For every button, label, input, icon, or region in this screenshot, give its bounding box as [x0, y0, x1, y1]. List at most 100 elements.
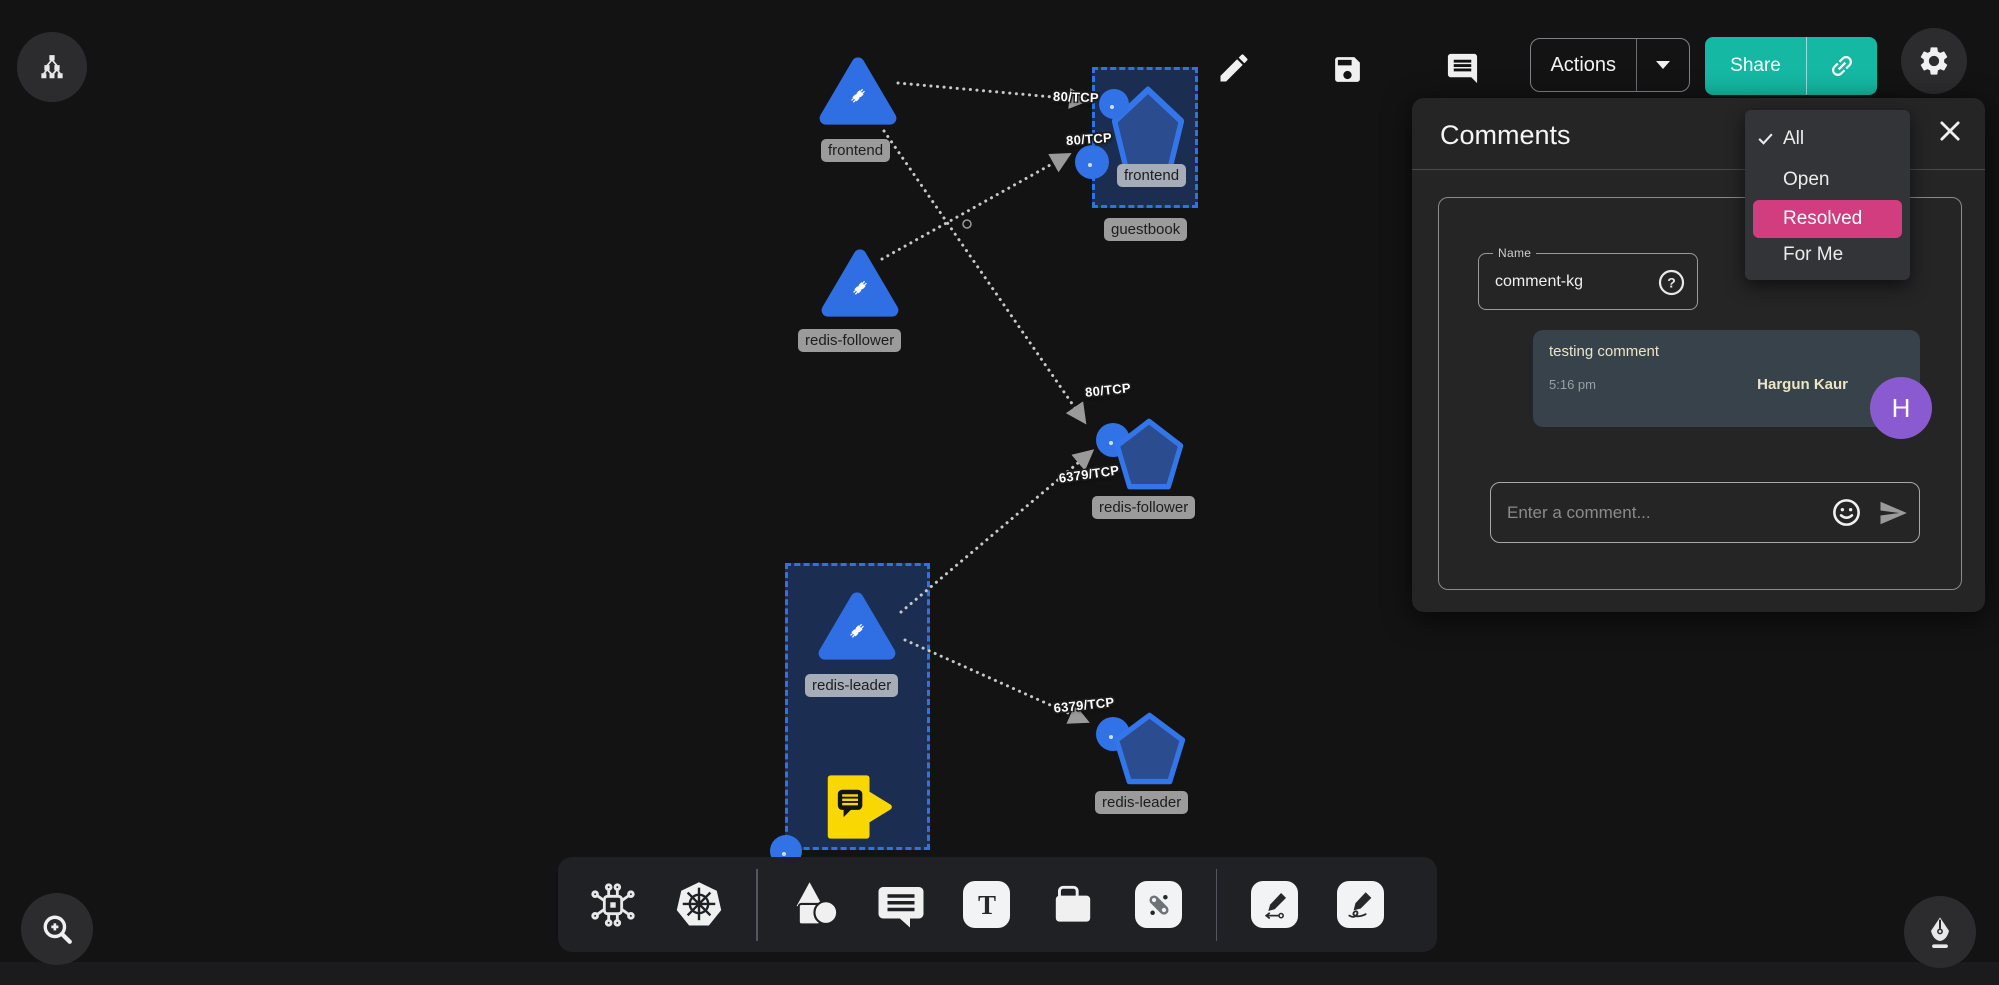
emoji-button[interactable]	[1825, 497, 1867, 528]
tool-square	[1337, 881, 1384, 928]
shape-toolbar: T	[558, 857, 1437, 952]
name-field-label: Name	[1493, 246, 1536, 260]
comment-input[interactable]	[1491, 503, 1825, 523]
filter-option-label: All	[1783, 128, 1804, 150]
edge-port-label: 80/TCP	[1066, 130, 1113, 148]
filter-option-label: For Me	[1783, 244, 1843, 266]
pod-pentagon-shape	[1112, 710, 1187, 787]
tool-scribble[interactable]	[1331, 857, 1389, 952]
settings-button[interactable]	[1901, 28, 1967, 94]
node-pod-redis-leader[interactable]	[1112, 710, 1187, 787]
tool-pen[interactable]	[1245, 857, 1303, 952]
comment-tool-icon	[874, 878, 928, 932]
gear-icon	[1917, 44, 1951, 78]
name-help-button[interactable]: ?	[1658, 269, 1685, 296]
help-icon: ?	[1658, 269, 1685, 296]
note-marker-shape	[822, 768, 894, 846]
tool-text[interactable]: T	[958, 857, 1016, 952]
hierarchy-icon	[37, 52, 67, 82]
tool-note[interactable]	[1044, 857, 1102, 952]
node-label: redis-follower	[798, 329, 901, 352]
node-pod-redis-follower[interactable]	[1113, 416, 1185, 492]
architecture-icon	[587, 879, 639, 931]
node-label: redis-follower	[1092, 496, 1195, 519]
edge-crossing-ring	[963, 220, 971, 228]
edge-follower-svc-to-guestbook	[882, 155, 1068, 259]
tool-shapes[interactable]	[786, 857, 844, 952]
close-icon	[1936, 117, 1964, 145]
avatar-initial: H	[1892, 393, 1911, 424]
share-button[interactable]: Share	[1705, 37, 1877, 95]
pod-pentagon-shape	[1113, 416, 1185, 492]
port-guestbook-2[interactable]	[1075, 145, 1109, 179]
tool-comment[interactable]	[872, 857, 930, 952]
name-field-value[interactable]: comment-kg	[1495, 273, 1583, 291]
save-icon	[1331, 53, 1364, 86]
filter-option-label: Resolved	[1783, 208, 1862, 230]
node-service-frontend[interactable]	[818, 53, 898, 129]
close-comments-button[interactable]	[1936, 117, 1968, 149]
smiley-icon	[1831, 497, 1862, 528]
node-label: redis-leader	[805, 674, 898, 697]
avatar[interactable]: H	[1870, 377, 1932, 439]
comment-text: testing comment	[1549, 343, 1904, 360]
node-label: frontend	[1117, 164, 1186, 187]
actions-label[interactable]: Actions	[1531, 39, 1636, 91]
toolbar-divider	[1216, 869, 1218, 941]
svg-text:?: ?	[1667, 275, 1676, 291]
send-button[interactable]	[1867, 498, 1919, 528]
zoom-in-button[interactable]	[21, 893, 93, 965]
check-icon	[1756, 129, 1775, 148]
tool-kubernetes[interactable]	[670, 857, 728, 952]
port-guestbook-1[interactable]	[1099, 89, 1129, 119]
app-root: { "colors": { "background": "#131313", "…	[0, 0, 1999, 985]
node-service-redis-follower[interactable]	[820, 245, 900, 321]
edit-button[interactable]	[1216, 50, 1252, 86]
edge-frontend-to-follower-pod	[884, 131, 1084, 421]
pen-mode-button[interactable]	[1904, 896, 1976, 968]
bottom-strip	[0, 962, 1999, 985]
actions-button[interactable]: Actions	[1530, 38, 1690, 92]
filter-option-label: Open	[1783, 169, 1829, 191]
send-icon	[1878, 498, 1908, 528]
service-triangle-shape	[818, 53, 898, 129]
svg-text:T: T	[977, 890, 995, 920]
scribble-icon	[1343, 888, 1377, 922]
filter-option-open[interactable]: Open	[1745, 159, 1910, 200]
tool-square	[1251, 881, 1298, 928]
node-label: frontend	[821, 139, 890, 162]
filter-option-resolved[interactable]: Resolved	[1753, 200, 1902, 238]
connector-icon	[1142, 888, 1176, 922]
chevron-down-icon	[1655, 60, 1671, 70]
comment-icon	[1444, 51, 1481, 86]
note-icon	[1048, 880, 1098, 930]
tool-connector[interactable]	[1130, 857, 1188, 952]
note-marker[interactable]	[822, 768, 894, 846]
comments-panel-title: Comments	[1440, 120, 1571, 151]
hierarchy-button[interactable]	[17, 32, 87, 102]
filter-option-all[interactable]: All	[1745, 118, 1910, 159]
pen-icon	[1257, 888, 1291, 922]
pen-nib-icon	[1922, 914, 1958, 950]
tool-architecture[interactable]	[584, 857, 642, 952]
share-label[interactable]: Share	[1705, 37, 1806, 95]
link-icon	[1828, 52, 1856, 80]
save-button[interactable]	[1331, 53, 1364, 86]
text-icon: T	[972, 890, 1002, 920]
comments-toggle-button[interactable]	[1444, 51, 1481, 86]
comment-input-box[interactable]	[1490, 482, 1920, 543]
zoom-in-icon	[40, 912, 74, 946]
comment-time: 5:16 pm	[1549, 377, 1596, 392]
node-service-redis-leader[interactable]	[817, 588, 897, 664]
toolbar-divider	[756, 869, 758, 941]
service-triangle-shape	[820, 245, 900, 321]
copy-link-button[interactable]	[1807, 37, 1877, 95]
comments-filter-menu: All Open Resolved For Me	[1745, 110, 1910, 280]
edge-port-label: 80/TCP	[1053, 89, 1099, 106]
comment-name-field[interactable]: Name comment-kg ?	[1478, 253, 1698, 310]
pencil-icon	[1216, 50, 1252, 86]
tool-square: T	[963, 881, 1010, 928]
filter-option-for-me[interactable]: For Me	[1745, 238, 1910, 272]
comment-item[interactable]: testing comment 5:16 pm Hargun Kaur	[1533, 330, 1920, 427]
actions-dropdown-toggle[interactable]	[1637, 39, 1689, 91]
